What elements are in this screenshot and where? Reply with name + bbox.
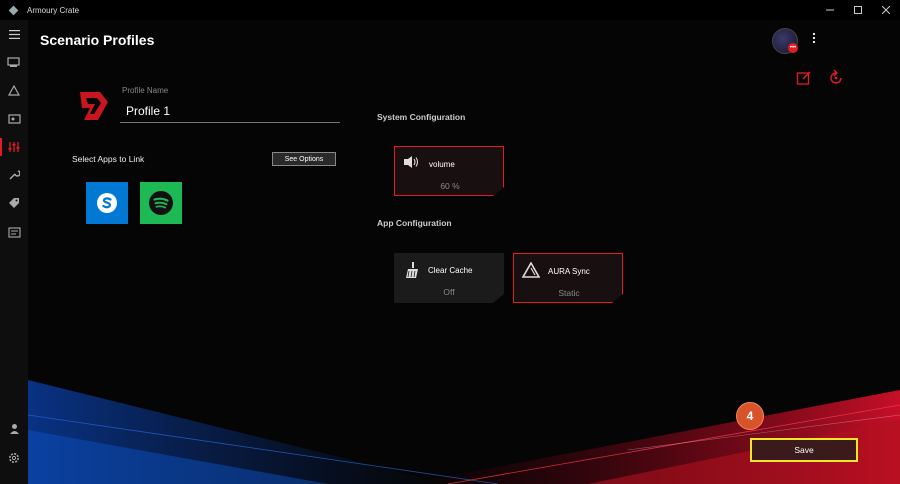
armoury-crate-logo-icon — [8, 5, 19, 15]
sidebar — [0, 20, 28, 484]
volume-card[interactable]: volume 60 % — [394, 146, 504, 196]
broom-icon — [406, 262, 418, 278]
menu-icon — [8, 29, 20, 39]
linked-app-skype[interactable] — [86, 182, 128, 224]
save-button[interactable]: Save — [750, 438, 858, 462]
close-button[interactable] — [872, 0, 900, 20]
step-badge: 4 — [736, 402, 764, 430]
aura-sync-card-value: Static — [558, 288, 580, 298]
clear-cache-card-value: Off — [443, 287, 455, 297]
maximize-icon — [854, 6, 862, 14]
title-bar: Armoury Crate — [0, 0, 900, 20]
sidebar-item-device[interactable] — [0, 51, 28, 73]
system-configuration-label: System Configuration — [377, 112, 466, 122]
edit-profile-button[interactable] — [796, 70, 812, 91]
more-vertical-icon — [812, 32, 816, 44]
clear-cache-card[interactable]: Clear Cache Off — [394, 253, 504, 303]
clear-cache-card-title: Clear Cache — [428, 266, 473, 275]
linked-app-spotify[interactable] — [140, 182, 182, 224]
notification-badge: ••• — [788, 43, 798, 53]
app-configuration-label: App Configuration — [377, 218, 452, 228]
wrench-icon — [9, 170, 20, 180]
sidebar-item-news[interactable] — [0, 221, 28, 243]
more-options-button[interactable] — [808, 32, 820, 48]
aura-sync-card[interactable]: AURA Sync Static — [513, 253, 623, 303]
gear-icon — [9, 453, 19, 463]
user-icon — [9, 424, 19, 434]
refresh-icon — [830, 69, 842, 84]
speaker-icon — [404, 156, 419, 168]
select-apps-label: Select Apps to Link — [72, 154, 145, 164]
edit-icon — [796, 71, 811, 85]
news-icon — [7, 226, 21, 238]
skype-icon — [97, 193, 117, 213]
scenario-profiles-icon — [8, 142, 20, 152]
gamevisual-icon — [7, 114, 21, 124]
profile-logo-icon — [80, 92, 108, 120]
reset-profile-button[interactable] — [826, 68, 846, 93]
window-title: Armoury Crate — [27, 5, 80, 15]
sidebar-item-user-center[interactable] — [0, 418, 28, 440]
sidebar-item-tools[interactable] — [0, 164, 28, 186]
minimize-icon — [826, 9, 834, 11]
aura-sync-icon — [522, 262, 540, 278]
tag-icon — [9, 198, 19, 208]
sidebar-item-aura[interactable] — [0, 79, 28, 101]
device-icon — [7, 57, 20, 67]
minimize-button[interactable] — [816, 0, 844, 20]
sidebar-item-gamevisual[interactable] — [0, 108, 28, 130]
volume-card-title: volume — [429, 160, 455, 169]
aura-icon — [8, 84, 20, 96]
page-title: Scenario Profiles — [40, 32, 155, 48]
volume-card-value: 60 % — [440, 181, 460, 191]
sidebar-menu-button[interactable] — [0, 23, 28, 45]
main-content: Scenario Profiles ••• Profile Name Selec… — [28, 20, 900, 484]
sidebar-item-scenario-profiles[interactable] — [0, 136, 28, 158]
spotify-icon — [149, 191, 173, 215]
sidebar-item-settings[interactable] — [0, 447, 28, 469]
close-icon — [882, 6, 890, 14]
profile-name-input[interactable] — [120, 100, 340, 123]
sidebar-item-deals[interactable] — [0, 192, 28, 214]
profile-name-label: Profile Name — [122, 86, 169, 95]
see-options-button[interactable]: See Options — [272, 152, 336, 166]
aura-sync-card-title: AURA Sync — [548, 267, 590, 276]
maximize-button[interactable] — [844, 0, 872, 20]
